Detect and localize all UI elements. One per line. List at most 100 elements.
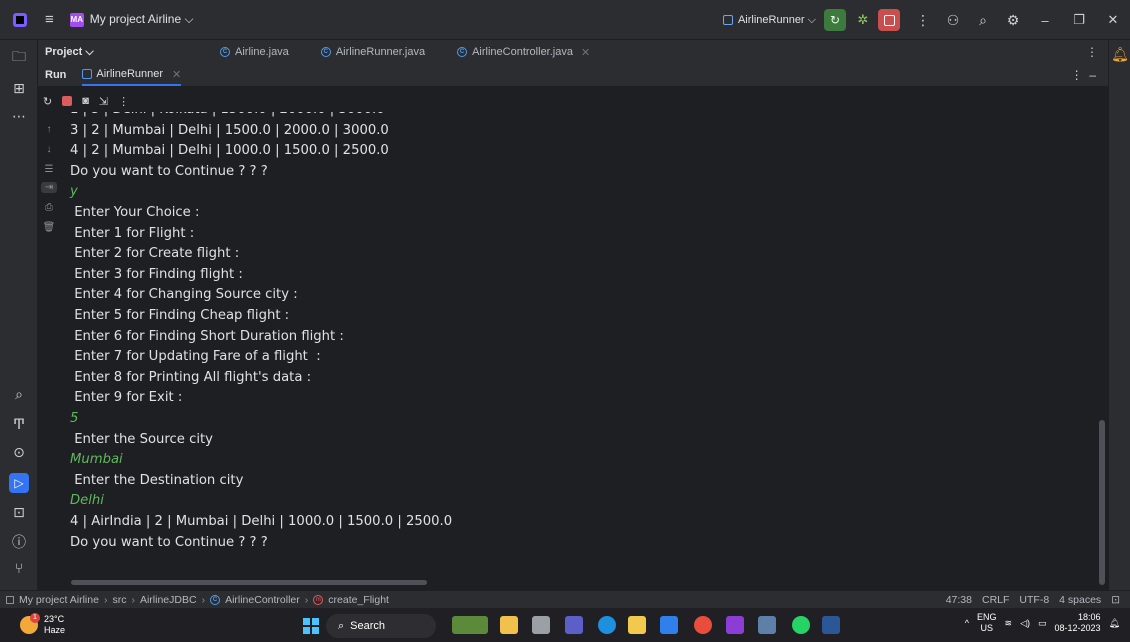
line-separator[interactable]: CRLF [982,594,1009,606]
run-tool-icon[interactable]: ▷ [9,473,29,493]
run-config-selector[interactable]: AirlineRunner ⌵ [722,13,816,27]
console-output-line: Do you want to Continue ? ? ? [70,163,268,179]
tab-airline-java[interactable]: C Airline.java [220,46,289,58]
region-code: US [980,623,994,633]
settings-gear-icon[interactable]: ⚙ [998,12,1028,29]
text-tool-icon[interactable]: Ͳ [0,416,38,433]
language-indicator[interactable]: ENG US [977,612,997,634]
chevron-right-icon: › [131,593,135,606]
chevron-up-icon[interactable]: ^ [965,618,969,628]
volume-icon[interactable]: ◁) [1020,618,1030,629]
breadcrumb-project[interactable]: My project Airline [19,594,99,606]
rerun-button[interactable]: ↻ [824,9,846,31]
breadcrumb-package[interactable]: AirlineJDBC [140,594,197,606]
more-actions-icon[interactable]: ⋮ [908,12,938,29]
tab-airlinecontroller-java[interactable]: C AirlineController.java ✕ [457,46,590,59]
more-tools-icon[interactable]: ⋯ [0,108,38,125]
terminal-icon[interactable]: ⊡ [0,504,38,521]
console-output[interactable]: 1 | 5 | Delhi | Kolkata | 1500.0 | 2000.… [60,112,1100,586]
trash-icon[interactable]: 🗑︎ [38,222,60,233]
file-explorer-icon[interactable] [628,616,646,634]
breadcrumb-class[interactable]: AirlineController [225,594,300,606]
run-panel-options-icon[interactable]: ⋮ – [1071,68,1096,82]
word-icon[interactable] [822,616,840,634]
chevron-right-icon: › [103,593,108,606]
vertical-scrollbar[interactable] [1099,420,1105,585]
clock-date: 08-12-2023 [1054,623,1101,633]
edge-icon[interactable] [598,616,616,634]
notifications-bell-icon[interactable]: 🔔︎ [1109,46,1130,63]
close-run-tab-icon[interactable]: ✕ [172,68,181,81]
intellij-icon[interactable] [726,616,744,634]
console-output-line: Enter 8 for Printing All flight's data : [70,369,312,385]
whatsapp-icon[interactable] [792,616,810,634]
caret-position[interactable]: 47:38 [946,594,972,606]
chrome-icon[interactable] [694,616,712,634]
weather-condition: Haze [44,625,66,635]
teams-icon[interactable] [565,616,583,634]
problems-icon[interactable]: ⓘ [0,532,38,552]
minimize-button[interactable]: – [1028,13,1062,28]
stop-button[interactable] [878,9,900,31]
windows-taskbar: 1 23°C Haze ⌕ Search ^ ENG US ≋ ◁) ▭ 18:… [0,608,1130,642]
soft-wrap-icon[interactable]: ☰ [38,164,60,175]
taskbar-search[interactable]: ⌕ Search [326,614,436,638]
lock-icon[interactable]: ⊡ [1111,594,1120,606]
structure-icon[interactable]: ⊞ [0,80,38,97]
find-icon[interactable]: ⌕ [0,386,38,403]
export-icon[interactable]: ⇲ [99,95,108,108]
project-switcher[interactable]: My project Airline ⌵ [90,12,194,27]
console-output-line: Enter 4 for Changing Source city : [70,287,298,303]
postgres-icon[interactable] [758,616,776,634]
clock[interactable]: 18:06 08-12-2023 [1055,612,1101,634]
file-encoding[interactable]: UTF-8 [1019,594,1049,606]
tab-airlinerunner-java[interactable]: C AirlineRunner.java [320,46,425,58]
run-tab-airlinerunner[interactable]: AirlineRunner ✕ [82,64,182,86]
module-icon [6,595,14,604]
restore-button[interactable]: ❐ [1062,12,1096,28]
add-user-icon[interactable]: ⚇ [938,12,968,29]
console-input-line: Delhi [70,493,104,509]
more-icon[interactable]: ⋮ [118,95,129,108]
weather-widget[interactable]: 1 23°C Haze [20,613,66,636]
battery-icon[interactable]: ▭ [1038,618,1047,629]
rerun-icon[interactable]: ↻ [43,95,52,108]
temperature: 23°C [44,614,65,624]
console-input-line: y [70,184,78,200]
camera-snapshot-icon[interactable]: ◙ [82,95,89,107]
horizontal-scrollbar[interactable] [71,580,427,585]
java-class-icon: C [457,47,468,57]
run-panel-header: Run AirlineRunner ✕ ⋮ – [38,64,1108,86]
widget-app-icon[interactable] [452,616,488,634]
app-icon[interactable] [532,616,550,634]
chevron-right-icon: › [201,593,206,606]
run-panel-title: Run [45,69,67,81]
project-view-selector[interactable]: Project ⌵ [45,46,220,59]
notification-bell-icon[interactable]: 🔔︎ [1109,618,1120,629]
breadcrumb-src[interactable]: src [112,594,126,606]
breadcrumb-method[interactable]: create_Flight [328,594,389,606]
run-toolbar: ↻ ◙ ⇲ ⋮ [38,90,1108,112]
close-window-button[interactable]: ✕ [1096,12,1130,28]
debug-button[interactable]: ✲ [852,9,874,31]
mail-icon[interactable] [660,616,678,634]
print-icon[interactable]: ⎙ [38,202,60,213]
close-tab-icon[interactable]: ✕ [581,46,590,59]
project-folder-icon[interactable]: 🗀 [0,46,38,70]
chevron-right-icon: › [304,593,309,606]
git-icon[interactable]: ⑂ [0,560,38,576]
indent-setting[interactable]: 4 spaces [1059,594,1101,606]
search-icon: ⌕ [338,619,345,632]
scroll-to-end-icon[interactable]: ⇥ [41,182,57,193]
stop-icon[interactable] [62,96,73,106]
run-config-label: AirlineRunner ⌵ [737,13,816,26]
scroll-down-icon[interactable]: ↓ [38,144,60,155]
search-icon[interactable]: ⌕ [968,12,998,29]
scroll-up-icon[interactable]: ↑ [38,124,60,135]
tabs-more-icon[interactable]: ⋮ [1086,45,1098,59]
wifi-icon[interactable]: ≋ [1005,618,1013,629]
services-icon[interactable]: ⊙ [0,444,38,461]
windows-start-icon[interactable] [303,618,319,634]
main-menu-icon[interactable]: ≡ [45,11,54,28]
app-icon[interactable] [500,616,518,634]
